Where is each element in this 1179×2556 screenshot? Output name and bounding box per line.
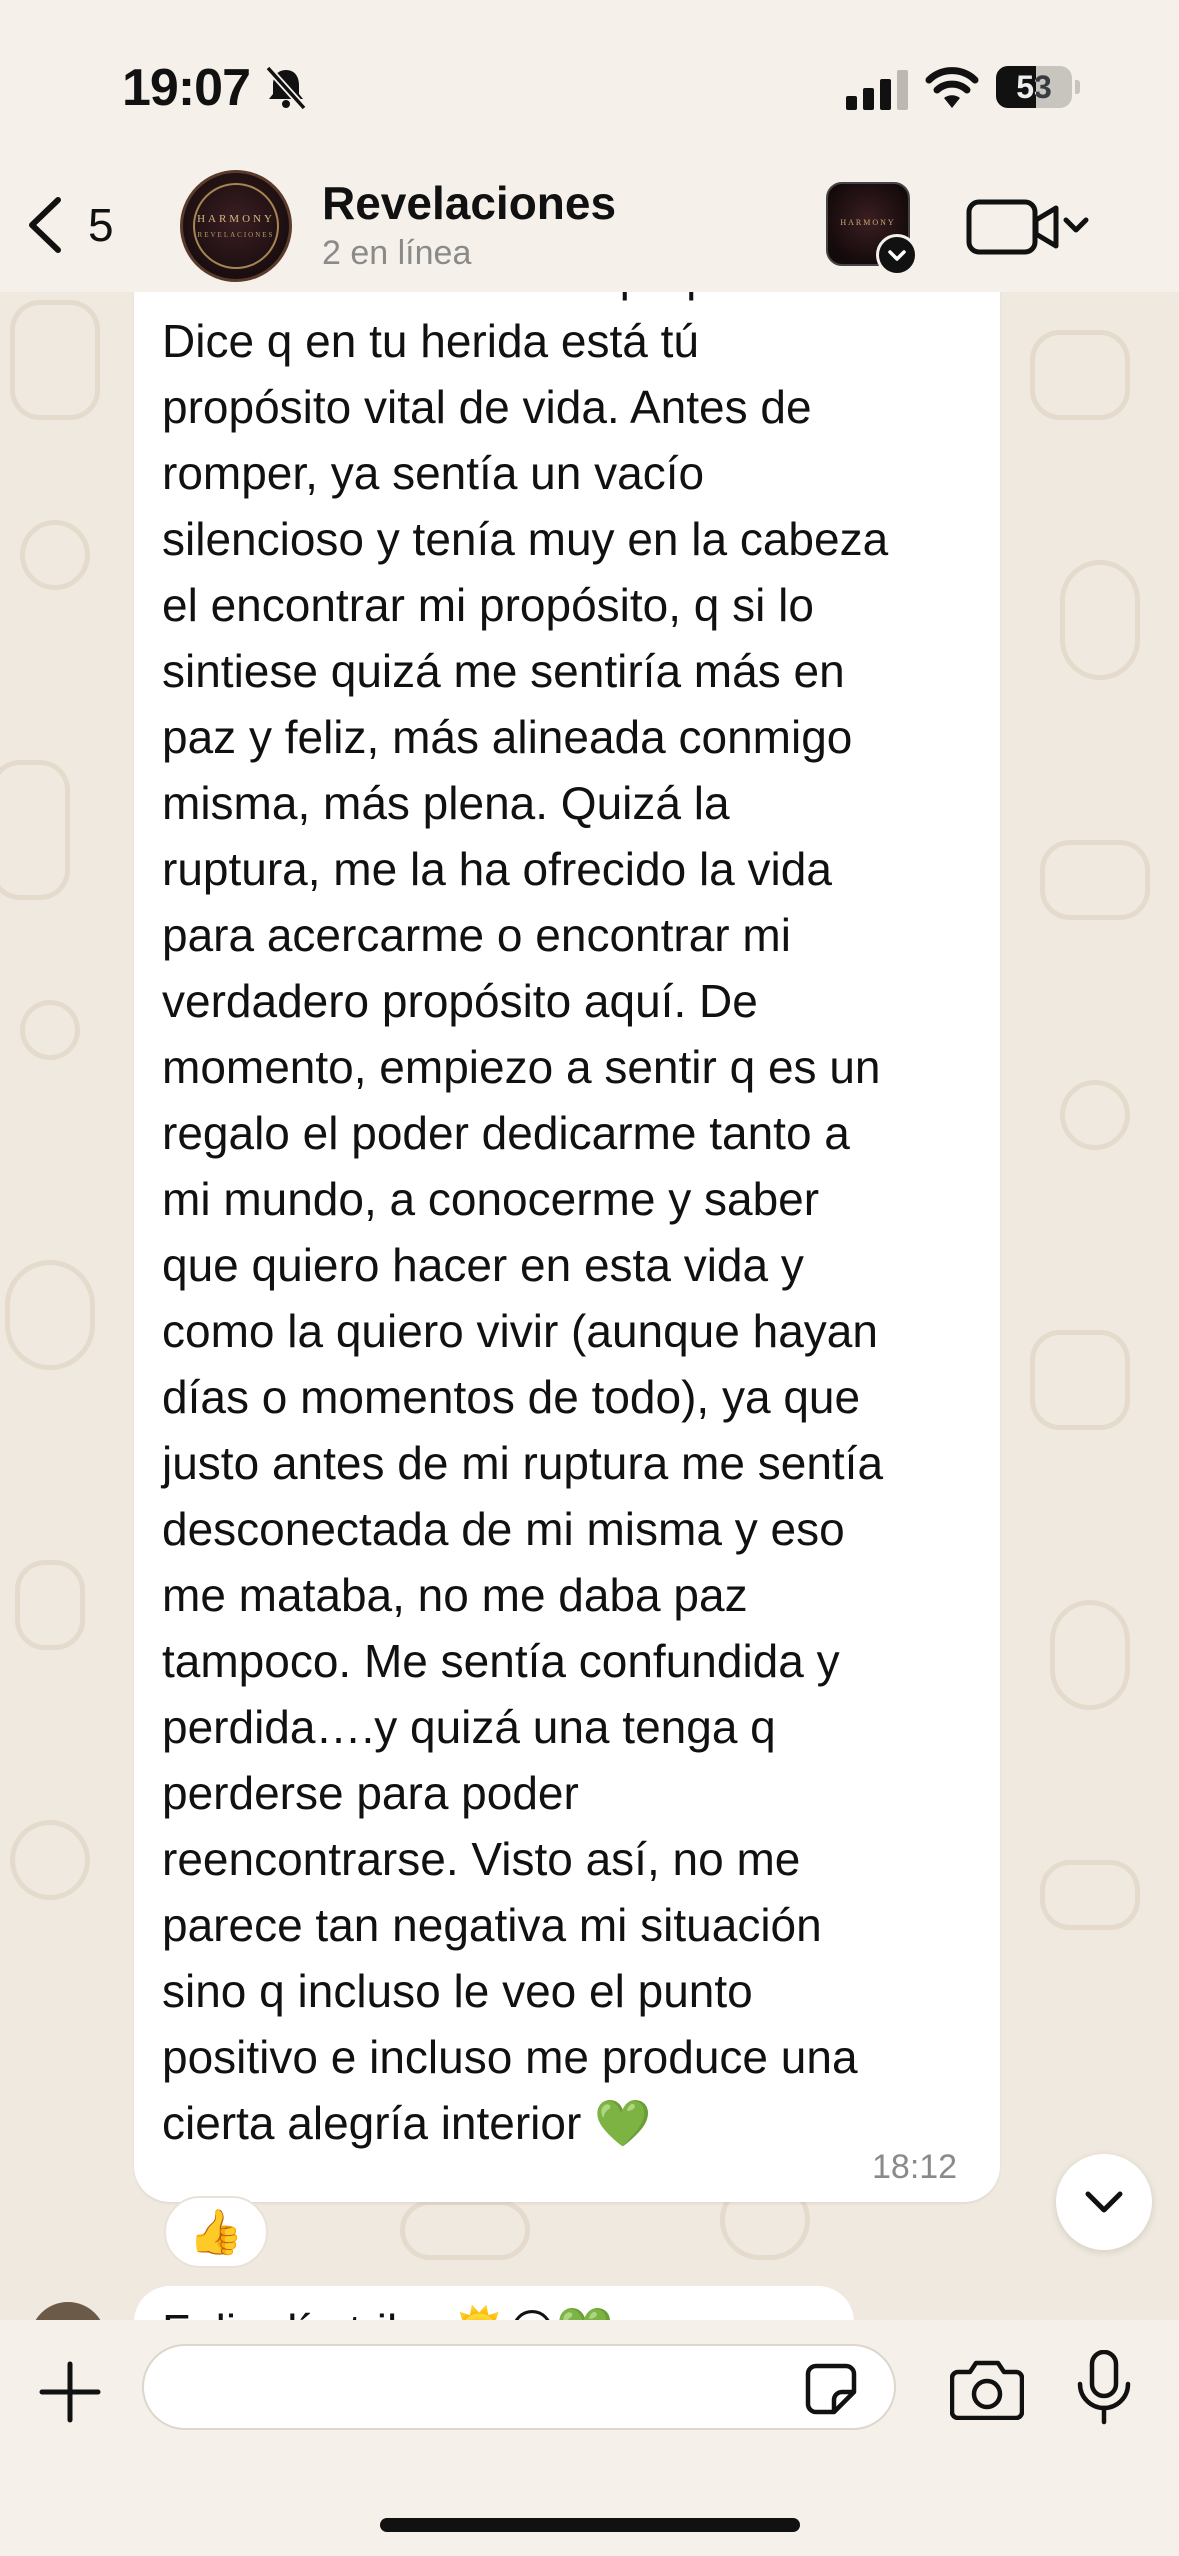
- message-line: verdadero propósito aquí. De: [162, 975, 758, 1027]
- chevron-left-icon: [29, 197, 61, 253]
- wifi-icon: [925, 67, 979, 108]
- message-line: silencioso y tenía muy en la cabeza: [162, 513, 889, 565]
- video-call-icon[interactable]: [966, 196, 1096, 256]
- thumbnail-logo-text: HARMONY: [840, 218, 896, 227]
- message-line: propósito vital de vida. Antes de: [162, 381, 812, 433]
- message-timestamp: 18:12: [872, 2148, 958, 2186]
- avatar-ring: [193, 183, 279, 269]
- message-line: perderse para poder: [162, 1767, 579, 1819]
- input-bar: [0, 2320, 1179, 2556]
- camera-icon[interactable]: [950, 2358, 1024, 2420]
- bell-slash-icon: [265, 65, 307, 111]
- back-button[interactable]: 5: [20, 192, 130, 258]
- message-line: paz y feliz, más alineada conmigo: [162, 711, 853, 763]
- status-time: 19:07: [122, 59, 251, 117]
- group-avatar[interactable]: HARMONY REVELACIONES: [180, 170, 292, 282]
- home-indicator: [380, 2518, 800, 2532]
- message-line: como la quiero vivir (aunque hayan: [162, 1305, 878, 1357]
- message-line: positivo e incluso me produce una: [162, 2031, 858, 2083]
- message-line: desconectada de mi misma y eso: [162, 1503, 845, 1555]
- message-line: que quiero hacer en esta vida y: [162, 1239, 804, 1291]
- message-line: justo antes de mi ruptura me sentía: [162, 1437, 884, 1489]
- message-line: sintiese quizá me sentiría más en: [162, 645, 845, 697]
- unread-count: 5: [88, 199, 114, 251]
- battery-icon: 53: [996, 66, 1080, 108]
- message-line: parece tan negativa mi situación: [162, 1899, 822, 1951]
- chevron-down-icon: [1085, 2191, 1123, 2213]
- message-line: cierta alegría interior 💚: [162, 2097, 652, 2149]
- status-bar: 19:07 53: [0, 0, 1179, 160]
- message-input[interactable]: [142, 2344, 896, 2430]
- avatar-logo-subtext: REVELACIONES: [197, 231, 275, 239]
- chat-header: 5 HARMONY REVELACIONES Revelaciones 2 en…: [0, 160, 1179, 292]
- message-line: ruptura, me la ha ofrecido la vida: [162, 843, 832, 895]
- message-line: perdida….y quizá una tenga q: [162, 1701, 776, 1753]
- message-line: para acercarme o encontrar mi: [162, 909, 791, 961]
- message-line: sino q incluso le veo el punto: [162, 1965, 753, 2017]
- sticker-icon[interactable]: [804, 2362, 858, 2416]
- avatar-logo-text: HARMONY: [197, 213, 275, 225]
- message-line: mi mundo, a conocerme y saber: [162, 1173, 820, 1225]
- message-line: reencontrarse. Visto así, no me: [162, 1833, 801, 1885]
- message-line: momento, empiezo a sentir q es un: [162, 1041, 881, 1093]
- plus-icon[interactable]: [38, 2360, 102, 2424]
- message-line: Dice q en tu herida está tú: [162, 315, 699, 367]
- message-line: me mataba, no me daba paz: [162, 1569, 748, 1621]
- reaction-badge[interactable]: 👍: [164, 2196, 268, 2268]
- message-line: misma, más plena. Quizá la: [162, 777, 730, 829]
- community-thumbnail[interactable]: HARMONY: [826, 182, 918, 276]
- chat-title[interactable]: Revelaciones: [322, 176, 616, 230]
- message-text: aflorase mi verdadero propósito?Dice q e…: [162, 249, 982, 2156]
- microphone-icon[interactable]: [1074, 2350, 1134, 2426]
- chevron-badge-icon: [876, 234, 918, 276]
- message-bubble[interactable]: aflorase mi verdadero propósito?Dice q e…: [134, 249, 1000, 2202]
- online-status: 2 en línea: [322, 234, 472, 272]
- message-line: tampoco. Me sentía confundida y: [162, 1635, 840, 1687]
- message-line: romper, ya sentía un vacío: [162, 447, 705, 499]
- message-line: regalo el poder dedicarme tanto a: [162, 1107, 850, 1159]
- battery-percentage: 53: [1016, 69, 1052, 105]
- signal-icon: [846, 70, 908, 110]
- message-line: días o momentos de todo), ya que: [162, 1371, 861, 1423]
- message-line: el encontrar mi propósito, q si lo: [162, 579, 814, 631]
- scroll-to-bottom-button[interactable]: [1056, 2154, 1152, 2250]
